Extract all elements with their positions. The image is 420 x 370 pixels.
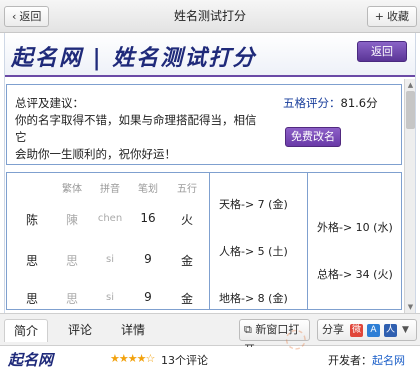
zong-ge: 总格-> 34 (火) xyxy=(317,268,393,281)
pinyin: si xyxy=(106,292,114,303)
developer-name[interactable]: 起名网 xyxy=(372,354,405,367)
scroll-up-icon[interactable]: ▲ xyxy=(406,80,415,90)
pinyin: chen xyxy=(97,213,123,224)
free-rename-button[interactable]: 免费改名 xyxy=(285,127,341,147)
five-grid-score: 五格评分：81.6分 xyxy=(283,95,378,111)
traditional-char: 思 xyxy=(65,254,78,268)
new-window-icon: ⧉ xyxy=(244,323,252,336)
header-element: 五行 xyxy=(177,184,197,195)
ren-ge: 人格-> 5 (土) xyxy=(219,245,288,258)
strokes: 9 xyxy=(144,252,152,266)
summary-title: 总评及建议： xyxy=(15,96,84,110)
name-char: 思 xyxy=(25,254,38,268)
divider xyxy=(209,173,210,309)
di-ge: 地格-> 8 (金) xyxy=(219,292,288,305)
score-value: 81.6分 xyxy=(340,96,378,110)
element: 金 xyxy=(180,292,193,306)
strokes: 9 xyxy=(144,290,152,304)
app-frame: 起名网 | 姓名测试打分 返回 总评及建议： 你的名字取得不错，如果与命理搭配得… xyxy=(4,33,416,313)
wai-ge: 外格-> 10 (水) xyxy=(317,221,393,234)
rating-stars: ★★★★☆ xyxy=(110,352,155,365)
scrollbar-thumb[interactable] xyxy=(406,91,415,129)
tian-ge: 天格-> 7 (金) xyxy=(219,198,288,211)
favorite-button[interactable]: + 收藏 xyxy=(366,6,417,27)
plus-icon: + xyxy=(374,10,384,23)
element: 金 xyxy=(180,254,193,268)
tab-details[interactable]: 详情 xyxy=(111,319,155,342)
strokes: 16 xyxy=(140,211,156,225)
summary-panel: 总评及建议： 你的名字取得不错，如果与命理搭配得当，相信它 会助你一生顺利的，祝… xyxy=(6,84,402,165)
pinyin: si xyxy=(106,254,114,265)
page-title: 姓名测试打分 xyxy=(173,9,246,23)
return-button[interactable]: 返回 xyxy=(357,41,407,62)
favorite-button-label: 收藏 xyxy=(387,10,409,23)
name-char: 陈 xyxy=(25,213,38,227)
element: 火 xyxy=(180,213,193,227)
divider xyxy=(307,173,308,309)
bottom-tab-bar: 简介 评论 详情 ⧉ 新窗口打开 分享 微 A 人 ▼ xyxy=(0,313,420,356)
summary-line: 会助你一生顺利的，祝你好运！ xyxy=(15,147,176,161)
tab-intro[interactable]: 简介 xyxy=(4,319,48,342)
scroll-down-icon[interactable]: ▼ xyxy=(406,302,415,312)
footer-logo: 起名网 xyxy=(8,351,54,369)
review-count[interactable]: 13个评论 xyxy=(161,352,208,368)
site-logo: 起名网 | 姓名测试打分 xyxy=(11,45,257,71)
traditional-char: 陳 xyxy=(65,213,78,227)
traditional-char: 思 xyxy=(65,292,78,306)
vertical-scrollbar[interactable]: ▲ ▼ xyxy=(404,79,415,313)
header-pinyin: 拼音 xyxy=(100,184,120,195)
tab-reviews[interactable]: 评论 xyxy=(58,319,102,342)
name-char: 思 xyxy=(25,292,38,306)
ren-icon[interactable]: 人 xyxy=(384,324,397,337)
header-strokes: 笔划 xyxy=(138,184,158,195)
app-header: 起名网 | 姓名测试打分 返回 xyxy=(5,33,415,77)
header-traditional: 繁体 xyxy=(62,184,82,195)
name-analysis-table: 繁体 拼音 笔划 五行 陈 陳 chen 16 火 思 思 si 9 金 思 思… xyxy=(6,172,402,310)
top-nav-bar: ‹ 返回 姓名测试打分 + 收藏 xyxy=(0,0,420,33)
summary-line: 你的名字取得不错，如果与命理搭配得当，相信它 xyxy=(15,113,257,144)
app-footer: 起名网 ★★★★☆ 13个评论 开发者：起名网 xyxy=(0,347,420,370)
score-label: 五格评分： xyxy=(283,96,341,110)
weibo-icon[interactable]: 微 xyxy=(350,324,363,337)
watermark-logo: ◌ xyxy=(281,321,310,356)
a-icon[interactable]: A xyxy=(367,324,380,337)
chevron-down-icon[interactable]: ▼ xyxy=(402,320,409,340)
content-scroll-area: 总评及建议： 你的名字取得不错，如果与命理搭配得当，相信它 会助你一生顺利的，祝… xyxy=(5,79,415,313)
summary-text: 总评及建议： 你的名字取得不错，如果与命理搭配得当，相信它 会助你一生顺利的，祝… xyxy=(15,95,265,163)
